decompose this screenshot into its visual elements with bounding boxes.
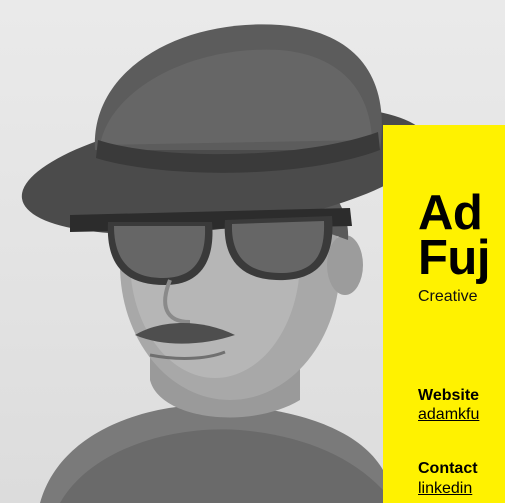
profile-name-line2: Fuj	[418, 231, 490, 285]
website-link[interactable]: adamkfu	[418, 406, 479, 424]
profile-card: Ad Fuj Creative Website adamkfu Contact …	[383, 125, 505, 503]
contact-link[interactable]: linkedin	[418, 480, 472, 498]
profile-name: Ad Fuj	[418, 186, 490, 285]
website-label: Website	[418, 387, 480, 404]
profile-name-line1: Ad	[418, 186, 483, 240]
contact-label: Contact	[418, 460, 478, 477]
profile-role: Creative	[418, 288, 478, 305]
